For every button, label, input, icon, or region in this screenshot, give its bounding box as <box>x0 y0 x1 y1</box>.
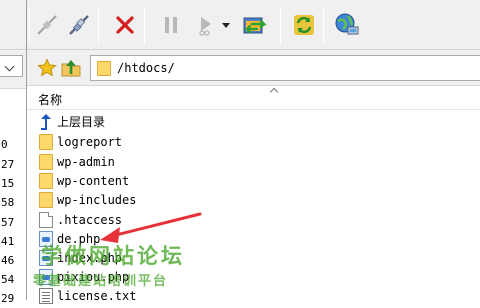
file-name: de.php <box>57 232 101 246</box>
list-item-file[interactable]: .htaccess <box>27 210 480 230</box>
list-item-file[interactable]: de.php <box>27 229 480 249</box>
list-item-folder[interactable]: wp-admin <box>27 152 480 172</box>
path-text: /htdocs/ <box>117 61 175 75</box>
dropdown-arrow-icon <box>222 23 230 28</box>
left-row-value: 27 <box>1 158 15 171</box>
folder-icon <box>39 192 53 208</box>
left-row-value: 57 <box>1 216 15 229</box>
folder-up-icon <box>61 60 81 77</box>
arrow-up-icon <box>41 114 51 130</box>
file-name: pixiou.php <box>57 270 130 284</box>
file-name: 上层目录 <box>57 115 106 129</box>
disconnect-button[interactable] <box>65 11 93 39</box>
left-path-dropdown[interactable] <box>0 55 23 77</box>
stop-x-icon <box>116 16 134 34</box>
list-item-folder[interactable]: wp-includes <box>27 190 480 210</box>
file-name: wp-content <box>57 174 130 188</box>
left-row-value: 0 <box>1 138 8 151</box>
run-script-button[interactable] <box>191 11 219 39</box>
plug-disconnect-icon <box>69 15 89 35</box>
toolbar-separator <box>144 8 145 44</box>
file-name: index.php <box>57 251 123 265</box>
folder-icon <box>39 154 53 170</box>
php-file-icon <box>39 250 53 266</box>
file-icon <box>39 212 53 228</box>
main-toolbar <box>27 0 480 50</box>
file-name: logreport <box>57 135 123 149</box>
path-input[interactable]: /htdocs/ <box>90 55 480 81</box>
sync-refresh-icon <box>294 15 314 35</box>
folder-icon <box>97 61 111 76</box>
list-item-file[interactable]: index.php <box>27 248 480 268</box>
remote-server-button[interactable] <box>333 11 361 39</box>
chevron-down-icon <box>4 61 15 72</box>
file-name: license.txt <box>57 289 137 303</box>
column-name-header[interactable]: 名称 <box>38 91 62 108</box>
php-file-icon <box>39 231 53 247</box>
left-row-value: 58 <box>1 196 15 209</box>
file-name: wp-admin <box>57 155 115 169</box>
folder-icon <box>39 173 53 189</box>
toolbar-separator <box>98 8 99 44</box>
toolbar-separator <box>323 8 324 44</box>
file-name: .htaccess <box>57 213 123 227</box>
pause-button[interactable] <box>157 11 185 39</box>
list-item-folder[interactable]: wp-content <box>27 171 480 191</box>
left-row-value: 29 <box>1 292 15 305</box>
parent-folder-button[interactable] <box>57 54 85 82</box>
column-header: 名称 <box>27 86 480 110</box>
toolbar-separator <box>29 8 30 44</box>
play-script-icon <box>199 17 211 36</box>
connect-button[interactable] <box>33 11 61 39</box>
sort-ascending-icon <box>269 87 279 97</box>
left-row-value: 54 <box>1 273 15 286</box>
left-row-value: 41 <box>1 235 15 248</box>
left-row-value: 46 <box>1 254 15 267</box>
remote-file-list[interactable]: 名称 上层目录 logreport wp-admin wp-content wp… <box>27 86 480 304</box>
left-file-list[interactable]: 0 27 15 58 57 41 46 54 29 <box>0 88 26 305</box>
list-item-file[interactable]: pixiou.php <box>27 267 480 287</box>
php-file-icon <box>39 269 53 285</box>
list-item-file[interactable]: license.txt <box>27 286 480 306</box>
text-file-icon <box>39 288 53 304</box>
plug-connect-icon <box>37 15 57 35</box>
transfer-window-icon <box>243 17 267 34</box>
folder-icon <box>39 134 53 150</box>
toolbar-separator <box>280 8 281 44</box>
run-script-dropdown[interactable] <box>219 11 233 39</box>
file-name: wp-includes <box>57 193 137 207</box>
star-icon <box>37 58 57 77</box>
globe-computer-icon <box>335 13 359 35</box>
left-row-value: 15 <box>1 177 15 190</box>
pause-icon <box>165 17 177 33</box>
address-bar-row: /htdocs/ <box>27 50 480 86</box>
stop-button[interactable] <box>111 11 139 39</box>
list-item-folder[interactable]: logreport <box>27 132 480 152</box>
left-toolbar <box>0 0 26 50</box>
transfer-window-button[interactable] <box>241 11 269 39</box>
left-local-pane: 0 27 15 58 57 41 46 54 29 <box>0 0 27 305</box>
synchronize-button[interactable] <box>290 11 318 39</box>
list-item-parent[interactable]: 上层目录 <box>27 112 480 132</box>
